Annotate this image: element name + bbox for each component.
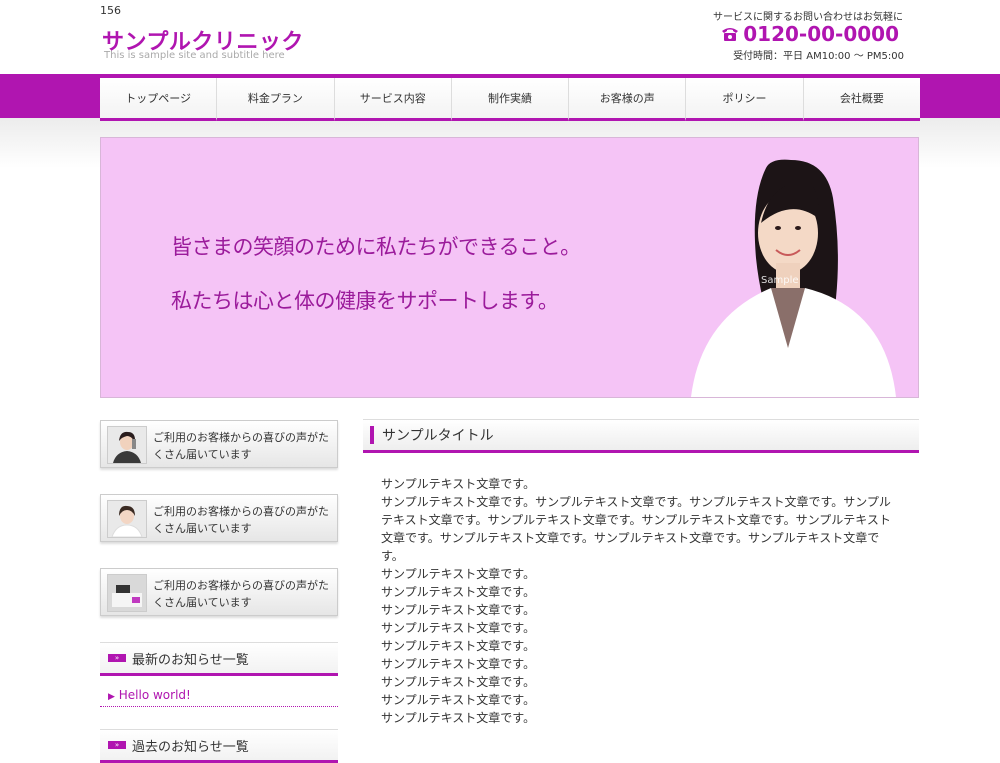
phone-woman-avatar-icon — [107, 426, 147, 464]
promo-text-2: ご利用のお客様からの喜びの声がたくさん届いています — [153, 505, 329, 535]
business-hours: 受付時間：平日 AM10:00 ～ PM5:00 — [733, 51, 904, 62]
body-paragraph: サンプルテキスト文章です。 — [381, 675, 536, 689]
news-heading: » 最新のお知らせ一覧 — [100, 642, 338, 676]
body-paragraph: サンプルテキスト文章です。 — [381, 621, 536, 635]
body-paragraph: サンプルテキスト文章です。 — [381, 567, 536, 581]
phone-number-text: 0120-00-0000 — [743, 22, 899, 46]
nav-item-services[interactable]: サービス内容 — [334, 78, 452, 121]
triangle-bullet-icon: ▶ — [108, 692, 115, 702]
sample-watermark: Sample — [761, 275, 799, 286]
promo-banner-3[interactable]: ご利用のお客様からの喜びの声がたくさん届いています — [100, 568, 338, 616]
nav-item-company[interactable]: 会社概要 — [803, 78, 920, 121]
body-paragraph: サンプルテキスト文章です。サンプルテキスト文章です。サンプルテキスト文章です。サ… — [381, 495, 891, 563]
desk-phone-avatar-icon — [107, 574, 147, 612]
body-paragraph: サンプルテキスト文章です。 — [381, 585, 536, 599]
main-content: サンプルタイトル サンプルテキスト文章です。 サンプルテキスト文章です。サンプル… — [363, 419, 919, 727]
promo-text-3: ご利用のお客様からの喜びの声がたくさん届いています — [153, 579, 329, 609]
nav-item-pricing[interactable]: 料金プラン — [217, 78, 335, 121]
main-heading-label: サンプルタイトル — [382, 428, 494, 444]
promo-banner-2[interactable]: ご利用のお客様からの喜びの声がたくさん届いています — [100, 494, 338, 542]
page-number: 156 — [100, 4, 121, 17]
archive-heading: » 過去のお知らせ一覧 — [100, 729, 338, 763]
nav-item-policy[interactable]: ポリシー — [686, 78, 804, 121]
body-paragraph: サンプルテキスト文章です。 — [381, 693, 536, 707]
telephone-icon — [722, 28, 739, 41]
news-item-link[interactable]: Hello world! — [119, 688, 191, 702]
main-body: サンプルテキスト文章です。 サンプルテキスト文章です。サンプルテキスト文章です。… — [363, 453, 919, 727]
woman-photo — [691, 159, 896, 397]
body-paragraph: サンプルテキスト文章です。 — [381, 711, 536, 725]
contact-note: サービスに関するお問い合わせはお気軽に — [713, 12, 903, 23]
smiling-woman-avatar-icon — [107, 500, 147, 538]
promo-text-1: ご利用のお客様からの喜びの声がたくさん届いています — [153, 431, 329, 461]
news-item[interactable]: ▶ Hello world! — [100, 676, 338, 707]
archive-heading-label: 過去のお知らせ一覧 — [132, 739, 249, 755]
nav-item-top[interactable]: トップページ — [100, 78, 218, 121]
phone-number[interactable]: 0120-00-0000 — [721, 22, 899, 46]
body-paragraph: サンプルテキスト文章です。 — [381, 657, 536, 671]
global-nav: トップページ 料金プラン サービス内容 制作実績 お客様の声 ポリシー 会社概要 — [100, 78, 920, 121]
heading-bar-icon — [370, 426, 374, 444]
site-subtitle: This is sample site and subtitle here — [104, 50, 285, 61]
body-paragraph: サンプルテキスト文章です。 — [381, 603, 536, 617]
hero-line-2: 私たちは心と体の健康をサポートします。 — [171, 289, 559, 313]
news-heading-label: 最新のお知らせ一覧 — [132, 652, 249, 668]
nav-item-works[interactable]: 制作実績 — [451, 78, 570, 121]
nav-item-testimonials[interactable]: お客様の声 — [569, 78, 687, 121]
double-chevron-icon: » — [108, 741, 126, 749]
body-paragraph: サンプルテキスト文章です。 — [381, 477, 536, 491]
body-paragraph: サンプルテキスト文章です。 — [381, 639, 536, 653]
hero-line-1: 皆さまの笑顔のために私たちができること。 — [171, 235, 581, 259]
double-chevron-icon: » — [108, 654, 126, 662]
sidebar: ご利用のお客様からの喜びの声がたくさん届いています ご利用のお客様からの喜びの声… — [100, 420, 338, 763]
hero-banner: 皆さまの笑顔のために私たちができること。 私たちは心と体の健康をサポートします。… — [100, 137, 919, 398]
main-heading: サンプルタイトル — [363, 419, 919, 453]
promo-banner-1[interactable]: ご利用のお客様からの喜びの声がたくさん届いています — [100, 420, 338, 468]
